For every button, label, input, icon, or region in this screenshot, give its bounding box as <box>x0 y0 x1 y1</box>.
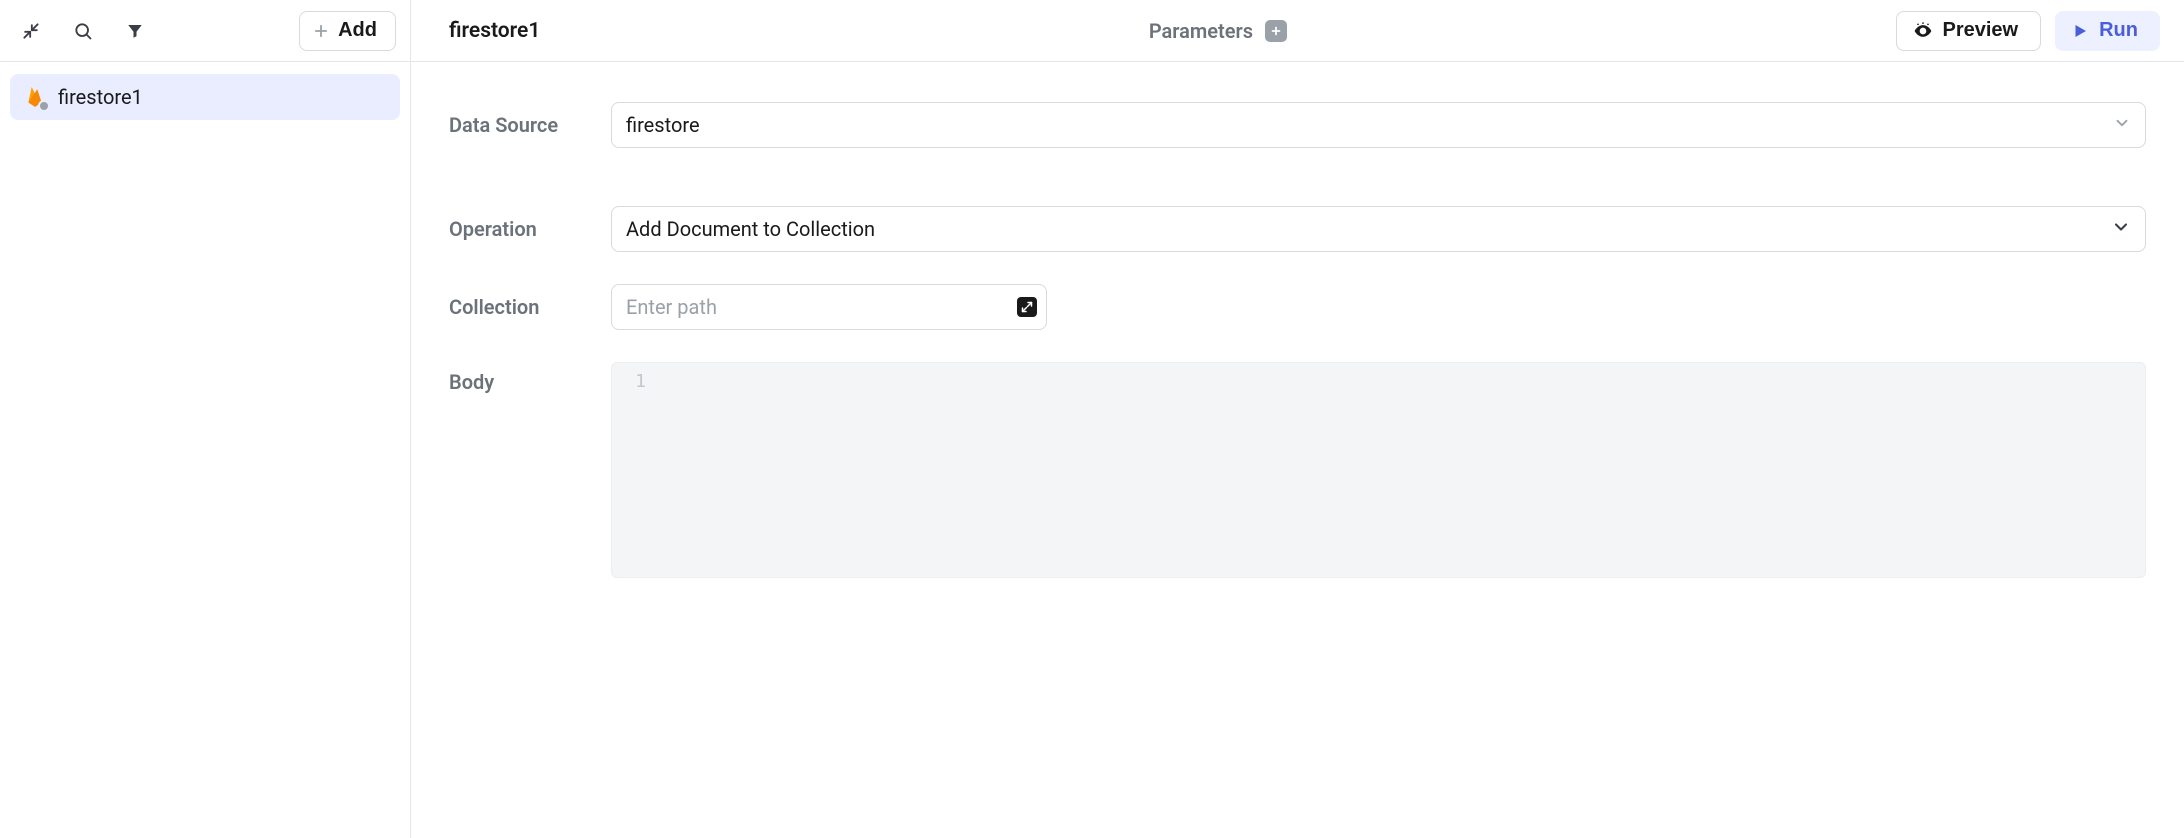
add-button-label: Add <box>338 19 377 42</box>
parameters-label: Parameters <box>1149 19 1253 43</box>
sidebar-item-label: firestore1 <box>58 85 143 109</box>
body-editor[interactable]: 1 <box>611 362 2146 578</box>
run-button-label: Run <box>2099 19 2138 42</box>
body-textarea[interactable] <box>656 363 2145 577</box>
operation-select[interactable]: Add Document to Collection <box>611 206 2146 252</box>
line-number: 1 <box>612 363 656 577</box>
operation-label: Operation <box>449 217 611 241</box>
plus-icon <box>1270 25 1282 37</box>
eye-icon <box>1913 21 1933 41</box>
query-form: Data Source firestore Operation Add Docu… <box>411 62 2184 838</box>
search-icon[interactable] <box>66 14 100 48</box>
expand-icon[interactable] <box>1017 297 1037 317</box>
operation-value: Add Document to Collection <box>626 217 875 241</box>
play-icon <box>2071 22 2089 40</box>
collection-label: Collection <box>449 295 611 319</box>
page-title: firestore1 <box>449 19 540 43</box>
data-source-select[interactable]: firestore <box>611 102 2146 148</box>
sidebar-list: firestore1 <box>0 62 410 132</box>
sidebar: Add firestore1 <box>0 0 411 838</box>
filter-icon[interactable] <box>118 14 152 48</box>
add-button[interactable]: Add <box>299 11 396 51</box>
firebase-icon <box>24 86 46 108</box>
add-parameter-button[interactable] <box>1265 20 1287 42</box>
run-button[interactable]: Run <box>2055 11 2160 51</box>
chevron-down-icon <box>2113 113 2131 137</box>
data-source-value: firestore <box>626 113 700 137</box>
collapse-icon[interactable] <box>14 14 48 48</box>
body-label: Body <box>449 362 611 394</box>
main-header: firestore1 Parameters <box>411 0 2184 62</box>
chevron-down-icon <box>2111 217 2131 242</box>
preview-button-label: Preview <box>1943 19 2019 42</box>
sidebar-toolbar: Add <box>0 0 410 62</box>
sidebar-item-firestore1[interactable]: firestore1 <box>10 74 400 120</box>
plus-icon <box>312 22 330 40</box>
main-panel: firestore1 Parameters <box>411 0 2184 838</box>
collection-input[interactable] <box>611 284 1047 330</box>
preview-button[interactable]: Preview <box>1896 11 2042 51</box>
data-source-label: Data Source <box>449 113 611 137</box>
